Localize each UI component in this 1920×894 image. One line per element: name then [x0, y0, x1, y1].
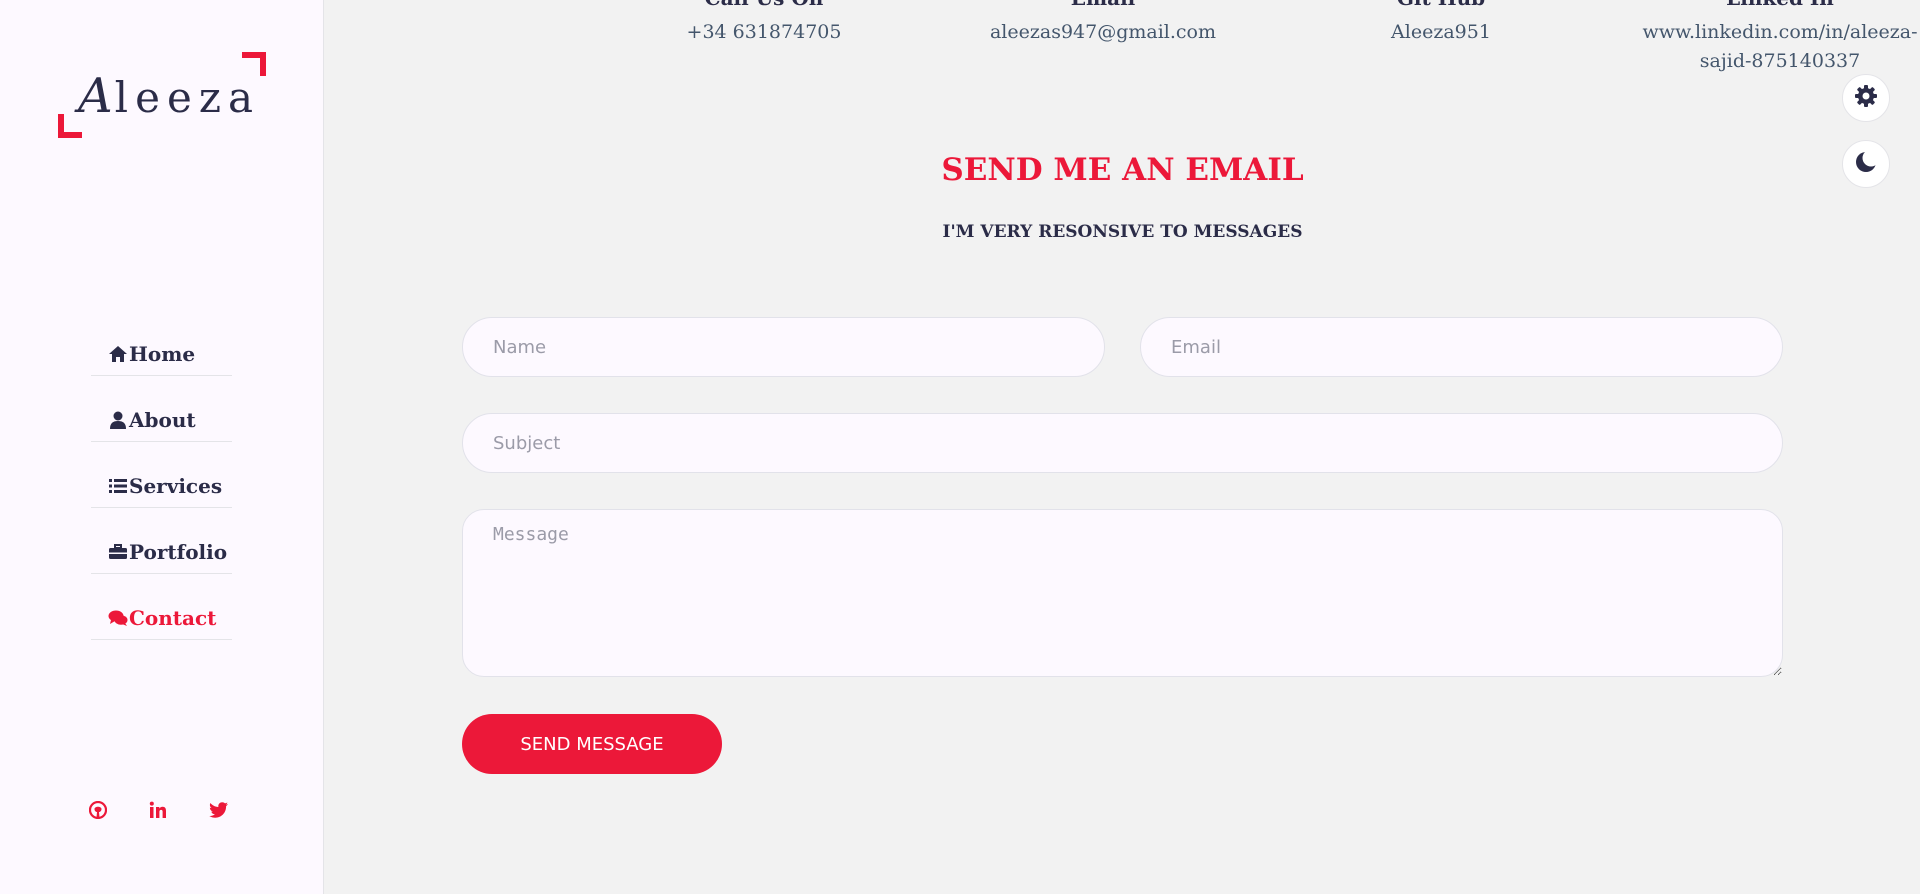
nav-item-label: Home [129, 341, 196, 366]
contact-info-row: Call Us On +34 631874705 Email aleezas94… [325, 0, 1920, 80]
sidebar-nav: Home About Services Portfolio Contact [91, 310, 232, 640]
comments-icon [108, 609, 128, 627]
contact-value[interactable]: Aleeza951 [1291, 18, 1591, 47]
nav-item-label: Services [129, 473, 223, 498]
theme-toggle-button[interactable] [1842, 140, 1890, 188]
subject-input[interactable] [462, 413, 1783, 473]
nav-item-label: Portfolio [129, 539, 228, 564]
nav-item-portfolio[interactable]: Portfolio [91, 508, 232, 574]
contact-value[interactable]: +34 631874705 [614, 18, 914, 47]
github-icon[interactable] [88, 800, 108, 820]
nav-item-contact[interactable]: Contact [91, 574, 232, 640]
settings-button[interactable] [1842, 74, 1890, 122]
contact-title: Linked In [1630, 0, 1920, 10]
twitter-icon[interactable] [208, 800, 228, 820]
contact-value[interactable]: www.linkedin.com/in/aleeza- sajid-875140… [1630, 18, 1920, 76]
contact-title: Call Us On [614, 0, 914, 10]
briefcase-icon [108, 543, 128, 561]
section-subtitle: I'M VERY RESONSIVE TO MESSAGES [942, 222, 1303, 242]
send-message-button[interactable]: SEND MESSAGE [462, 714, 722, 774]
section-title: SEND ME AN EMAIL [941, 152, 1304, 188]
contact-value-line: sajid-875140337 [1699, 50, 1861, 72]
user-icon [108, 411, 128, 429]
email-input[interactable] [1140, 317, 1783, 377]
nav-item-about[interactable]: About [91, 376, 232, 442]
sidebar: Aleeza Home About Services Portfolio Con… [0, 0, 324, 894]
moon-icon [1854, 149, 1880, 178]
gear-icon [1854, 84, 1878, 112]
nav-item-label: About [129, 407, 196, 432]
nav-item-home[interactable]: Home [91, 310, 232, 376]
logo[interactable]: Aleeza [58, 52, 266, 138]
name-input[interactable] [462, 317, 1105, 377]
nav-item-services[interactable]: Services [91, 442, 232, 508]
logo-text: Aleeza [78, 68, 260, 124]
linkedin-icon[interactable] [148, 800, 168, 820]
contact-value-line: www.linkedin.com/in/aleeza- [1642, 21, 1918, 43]
list-icon [108, 477, 128, 495]
contact-value[interactable]: aleezas947@gmail.com [953, 18, 1253, 47]
social-links [88, 800, 228, 820]
main-content: Call Us On +34 631874705 Email aleezas94… [325, 0, 1920, 894]
nav-item-label: Contact [129, 605, 217, 630]
contact-title: Email [953, 0, 1253, 10]
home-icon [108, 345, 128, 363]
message-textarea[interactable] [462, 509, 1783, 677]
contact-title: Git Hub [1291, 0, 1591, 10]
